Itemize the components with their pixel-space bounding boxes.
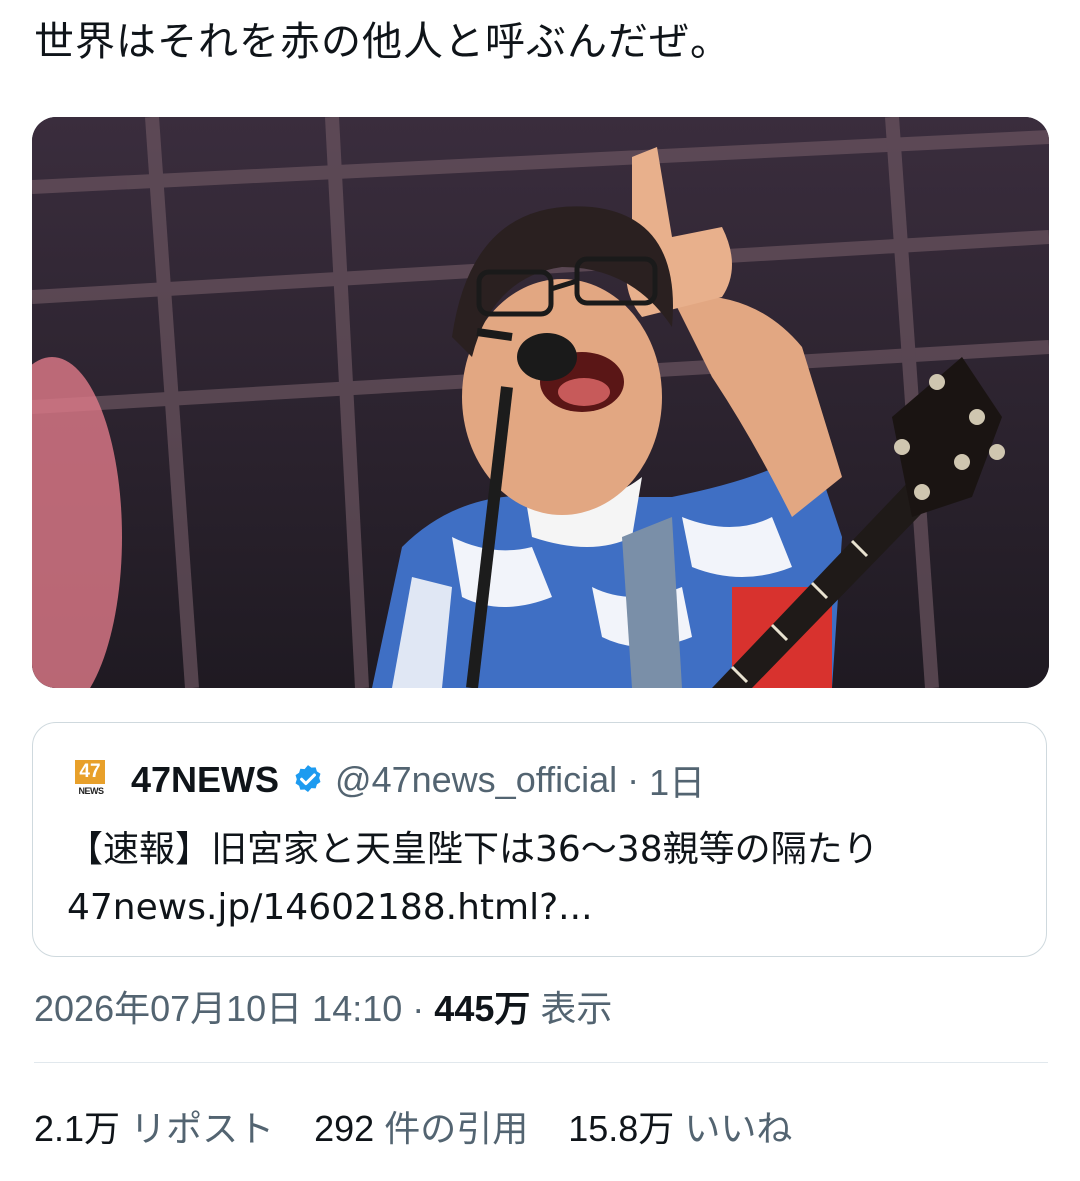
quoted-tweet-card[interactable]: 47 NEWS 47NEWS @47news_official · 1日 【速報… — [32, 722, 1047, 957]
divider — [34, 1062, 1048, 1063]
concert-photo-image — [32, 117, 1049, 688]
likes-count: 15.8万 — [568, 1108, 675, 1149]
verified-badge-icon — [295, 765, 321, 793]
tweet-timestamp[interactable]: 2026年07月10日 14:10 — [34, 988, 402, 1029]
reposts-stat[interactable]: 2.1万 リポスト — [34, 1100, 274, 1152]
avatar-label: NEWS — [78, 786, 105, 796]
avatar-number: 47 — [75, 760, 105, 784]
likes-stat[interactable]: 15.8万 いいね — [568, 1100, 792, 1152]
quotes-stat[interactable]: 292 件の引用 — [314, 1100, 528, 1152]
engagement-stats: 2.1万 リポスト 292 件の引用 15.8万 いいね — [34, 1100, 822, 1152]
likes-label: いいね — [684, 1108, 793, 1149]
quotes-count: 292 — [314, 1108, 375, 1149]
reposts-count: 2.1万 — [34, 1108, 121, 1149]
tweet-text: 世界はそれを赤の他人と呼ぶんだぜ。 — [34, 19, 731, 65]
47news-avatar[interactable]: 47 NEWS — [73, 760, 109, 800]
quoted-tweet-text: 【速報】旧宮家と天皇陛下は36〜38親等の隔たり 47news.jp/14602… — [67, 821, 879, 937]
quoted-link[interactable]: 47news.jp/14602188.html?... — [67, 879, 879, 937]
quoted-author-handle[interactable]: @47news_official — [335, 759, 617, 801]
meta-separator: · — [412, 988, 425, 1029]
tweet-photo[interactable] — [32, 117, 1049, 688]
quoted-text-line: 【速報】旧宮家と天皇陛下は36〜38親等の隔たり — [67, 829, 879, 870]
views-label: 表示 — [540, 988, 613, 1029]
quoted-author-name[interactable]: 47NEWS — [131, 759, 279, 801]
quoted-timestamp[interactable]: 1日 — [649, 754, 705, 806]
views-count: 445万 — [434, 988, 531, 1029]
quotes-label: 件の引用 — [384, 1108, 529, 1149]
quoted-tweet-header: 47 NEWS 47NEWS @47news_official · 1日 — [73, 753, 705, 807]
tweet-meta: 2026年07月10日 14:10 · 445万 表示 — [34, 980, 612, 1032]
quoted-dot-separator: · — [617, 759, 650, 800]
reposts-label: リポスト — [130, 1108, 275, 1149]
